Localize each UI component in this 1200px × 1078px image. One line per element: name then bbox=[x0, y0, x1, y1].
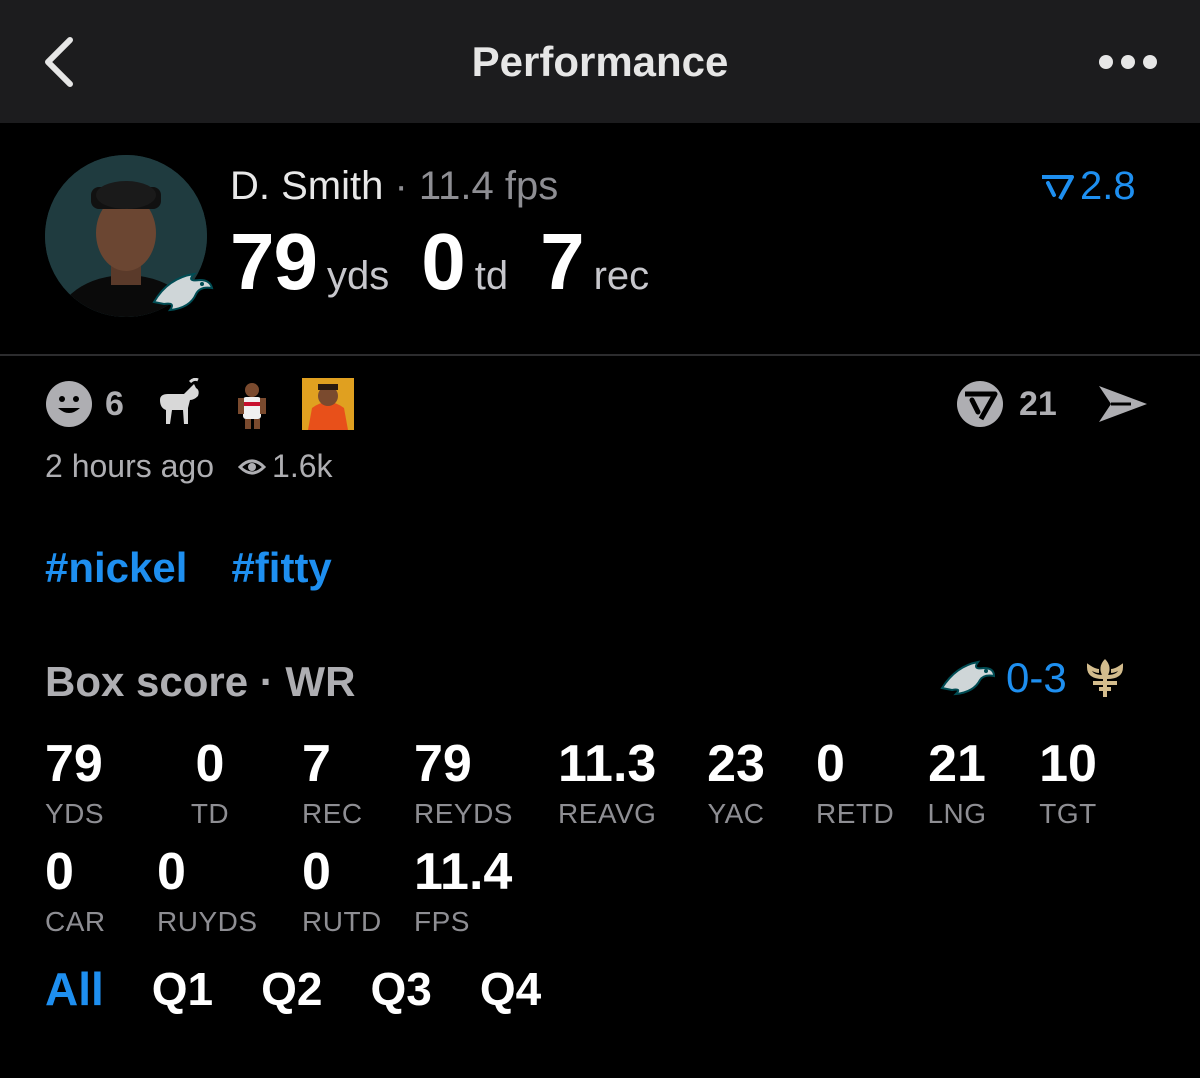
stat-value: 7 bbox=[302, 735, 331, 793]
comments-count: 21 bbox=[1019, 384, 1057, 423]
player-reaction-icon[interactable] bbox=[226, 378, 278, 430]
smiley-reaction-icon[interactable] bbox=[45, 380, 93, 428]
td-unit: td bbox=[474, 254, 509, 298]
stat-label: CAR bbox=[45, 906, 106, 937]
drake-reaction-icon[interactable] bbox=[301, 378, 354, 430]
eye-icon bbox=[238, 459, 267, 474]
stat-rutd: 0 RUTD bbox=[302, 846, 382, 938]
player-name[interactable]: D. Smith bbox=[230, 164, 383, 208]
stat-value: 23 bbox=[707, 735, 765, 793]
tab-q1[interactable]: Q1 bbox=[152, 962, 213, 1016]
views-count: 1.6k bbox=[272, 448, 333, 484]
reaction-count: 6 bbox=[105, 384, 124, 423]
stat-label: YDS bbox=[45, 798, 105, 829]
stat-car: 0 CAR bbox=[45, 846, 106, 938]
stat-lng: 21 LNG bbox=[925, 738, 989, 830]
game-score[interactable]: 0-3 bbox=[940, 654, 1125, 702]
stat-value: 79 bbox=[414, 735, 472, 793]
stat-value: 0 bbox=[45, 843, 74, 901]
comments-logo-icon[interactable] bbox=[955, 379, 1005, 429]
stat-yac: 23 YAC bbox=[700, 738, 772, 830]
quarter-tabs: All Q1 Q2 Q3 Q4 bbox=[45, 962, 589, 1016]
stat-value: 79 bbox=[45, 735, 103, 793]
stat-label: RETD bbox=[816, 798, 895, 829]
stat-value: 0 bbox=[195, 735, 225, 793]
stat-label: LNG bbox=[927, 798, 987, 829]
rec-unit: rec bbox=[593, 254, 650, 298]
timestamp: 2 hours ago bbox=[45, 448, 215, 484]
rank-value: 2.8 bbox=[1080, 164, 1136, 208]
stat-retd: 0 RETD bbox=[816, 738, 894, 830]
yards-unit: yds bbox=[326, 254, 390, 298]
reactions-bar: 6 bbox=[45, 376, 378, 432]
eagles-logo-icon bbox=[152, 272, 214, 312]
hashtag[interactable]: #nickel bbox=[45, 544, 187, 591]
stat-label: RUTD bbox=[302, 906, 382, 937]
stat-value: 11.4 bbox=[414, 843, 513, 901]
saints-logo-icon bbox=[1086, 659, 1123, 697]
stat-value: 11.3 bbox=[558, 735, 657, 793]
stat-value: 0 bbox=[157, 843, 186, 901]
stat-rec: 7 REC bbox=[302, 738, 363, 830]
stat-label: RUYDS bbox=[157, 906, 258, 937]
box-score-position: WR bbox=[285, 658, 356, 705]
rank-badge[interactable]: 2.8 bbox=[1040, 164, 1136, 209]
player-name-line: D. Smith · 11.4 fps bbox=[230, 164, 558, 209]
box-score-title: Box score · WR bbox=[45, 658, 355, 706]
box-score-label: Box score bbox=[45, 658, 249, 705]
stat-value: 21 bbox=[928, 735, 986, 793]
stat-label: REC bbox=[302, 798, 363, 829]
tab-q2[interactable]: Q2 bbox=[261, 962, 322, 1016]
yards-value: 79 bbox=[230, 217, 318, 306]
td-value: 0 bbox=[421, 217, 465, 306]
post-meta: 2 hours ago 1.6k bbox=[45, 448, 333, 485]
stat-reavg: 11.3 REAVG bbox=[558, 738, 656, 830]
stat-label: REYDS bbox=[414, 798, 513, 829]
tab-all[interactable]: All bbox=[45, 962, 104, 1016]
share-send-icon[interactable] bbox=[1097, 382, 1149, 426]
page-title: Performance bbox=[471, 38, 729, 85]
stat-yds: 79 YDS bbox=[45, 738, 104, 830]
box-score-separator: · bbox=[248, 658, 286, 705]
rank-arrow-icon bbox=[1042, 175, 1074, 201]
stat-ruyds: 0 RUYDS bbox=[157, 846, 258, 938]
stat-label: YAC bbox=[707, 798, 765, 829]
eagles-logo-icon bbox=[940, 660, 996, 696]
stat-label: TGT bbox=[1039, 798, 1097, 829]
tab-q3[interactable]: Q3 bbox=[371, 962, 432, 1016]
stat-td: 0 TD bbox=[180, 738, 240, 830]
tab-q4[interactable]: Q4 bbox=[480, 962, 541, 1016]
more-options-icon[interactable] bbox=[1096, 50, 1160, 74]
stat-tgt: 10 TGT bbox=[1036, 738, 1100, 830]
goat-reaction-icon[interactable] bbox=[150, 378, 202, 430]
hashtag[interactable]: #fitty bbox=[231, 544, 331, 591]
player-stat-summary: 79 yds 0 td 7 rec bbox=[230, 216, 681, 308]
hashtags: #nickel #fitty bbox=[45, 544, 376, 592]
stat-label: REAVG bbox=[558, 798, 657, 829]
stat-label: TD bbox=[190, 798, 230, 829]
engagement-bar: 21 bbox=[955, 376, 1149, 432]
stat-value: 0 bbox=[816, 735, 845, 793]
divider bbox=[0, 354, 1200, 356]
stat-value: 10 bbox=[1039, 735, 1097, 793]
stat-value: 0 bbox=[302, 843, 331, 901]
views: 1.6k bbox=[238, 448, 333, 485]
player-fps: 11.4 fps bbox=[418, 164, 559, 208]
score-value: 0-3 bbox=[1006, 654, 1067, 701]
stat-fps: 11.4 FPS bbox=[414, 846, 512, 938]
stat-reyds: 79 REYDS bbox=[414, 738, 513, 830]
name-separator: · bbox=[383, 164, 419, 208]
stat-label: FPS bbox=[414, 906, 470, 937]
rec-value: 7 bbox=[540, 217, 584, 306]
